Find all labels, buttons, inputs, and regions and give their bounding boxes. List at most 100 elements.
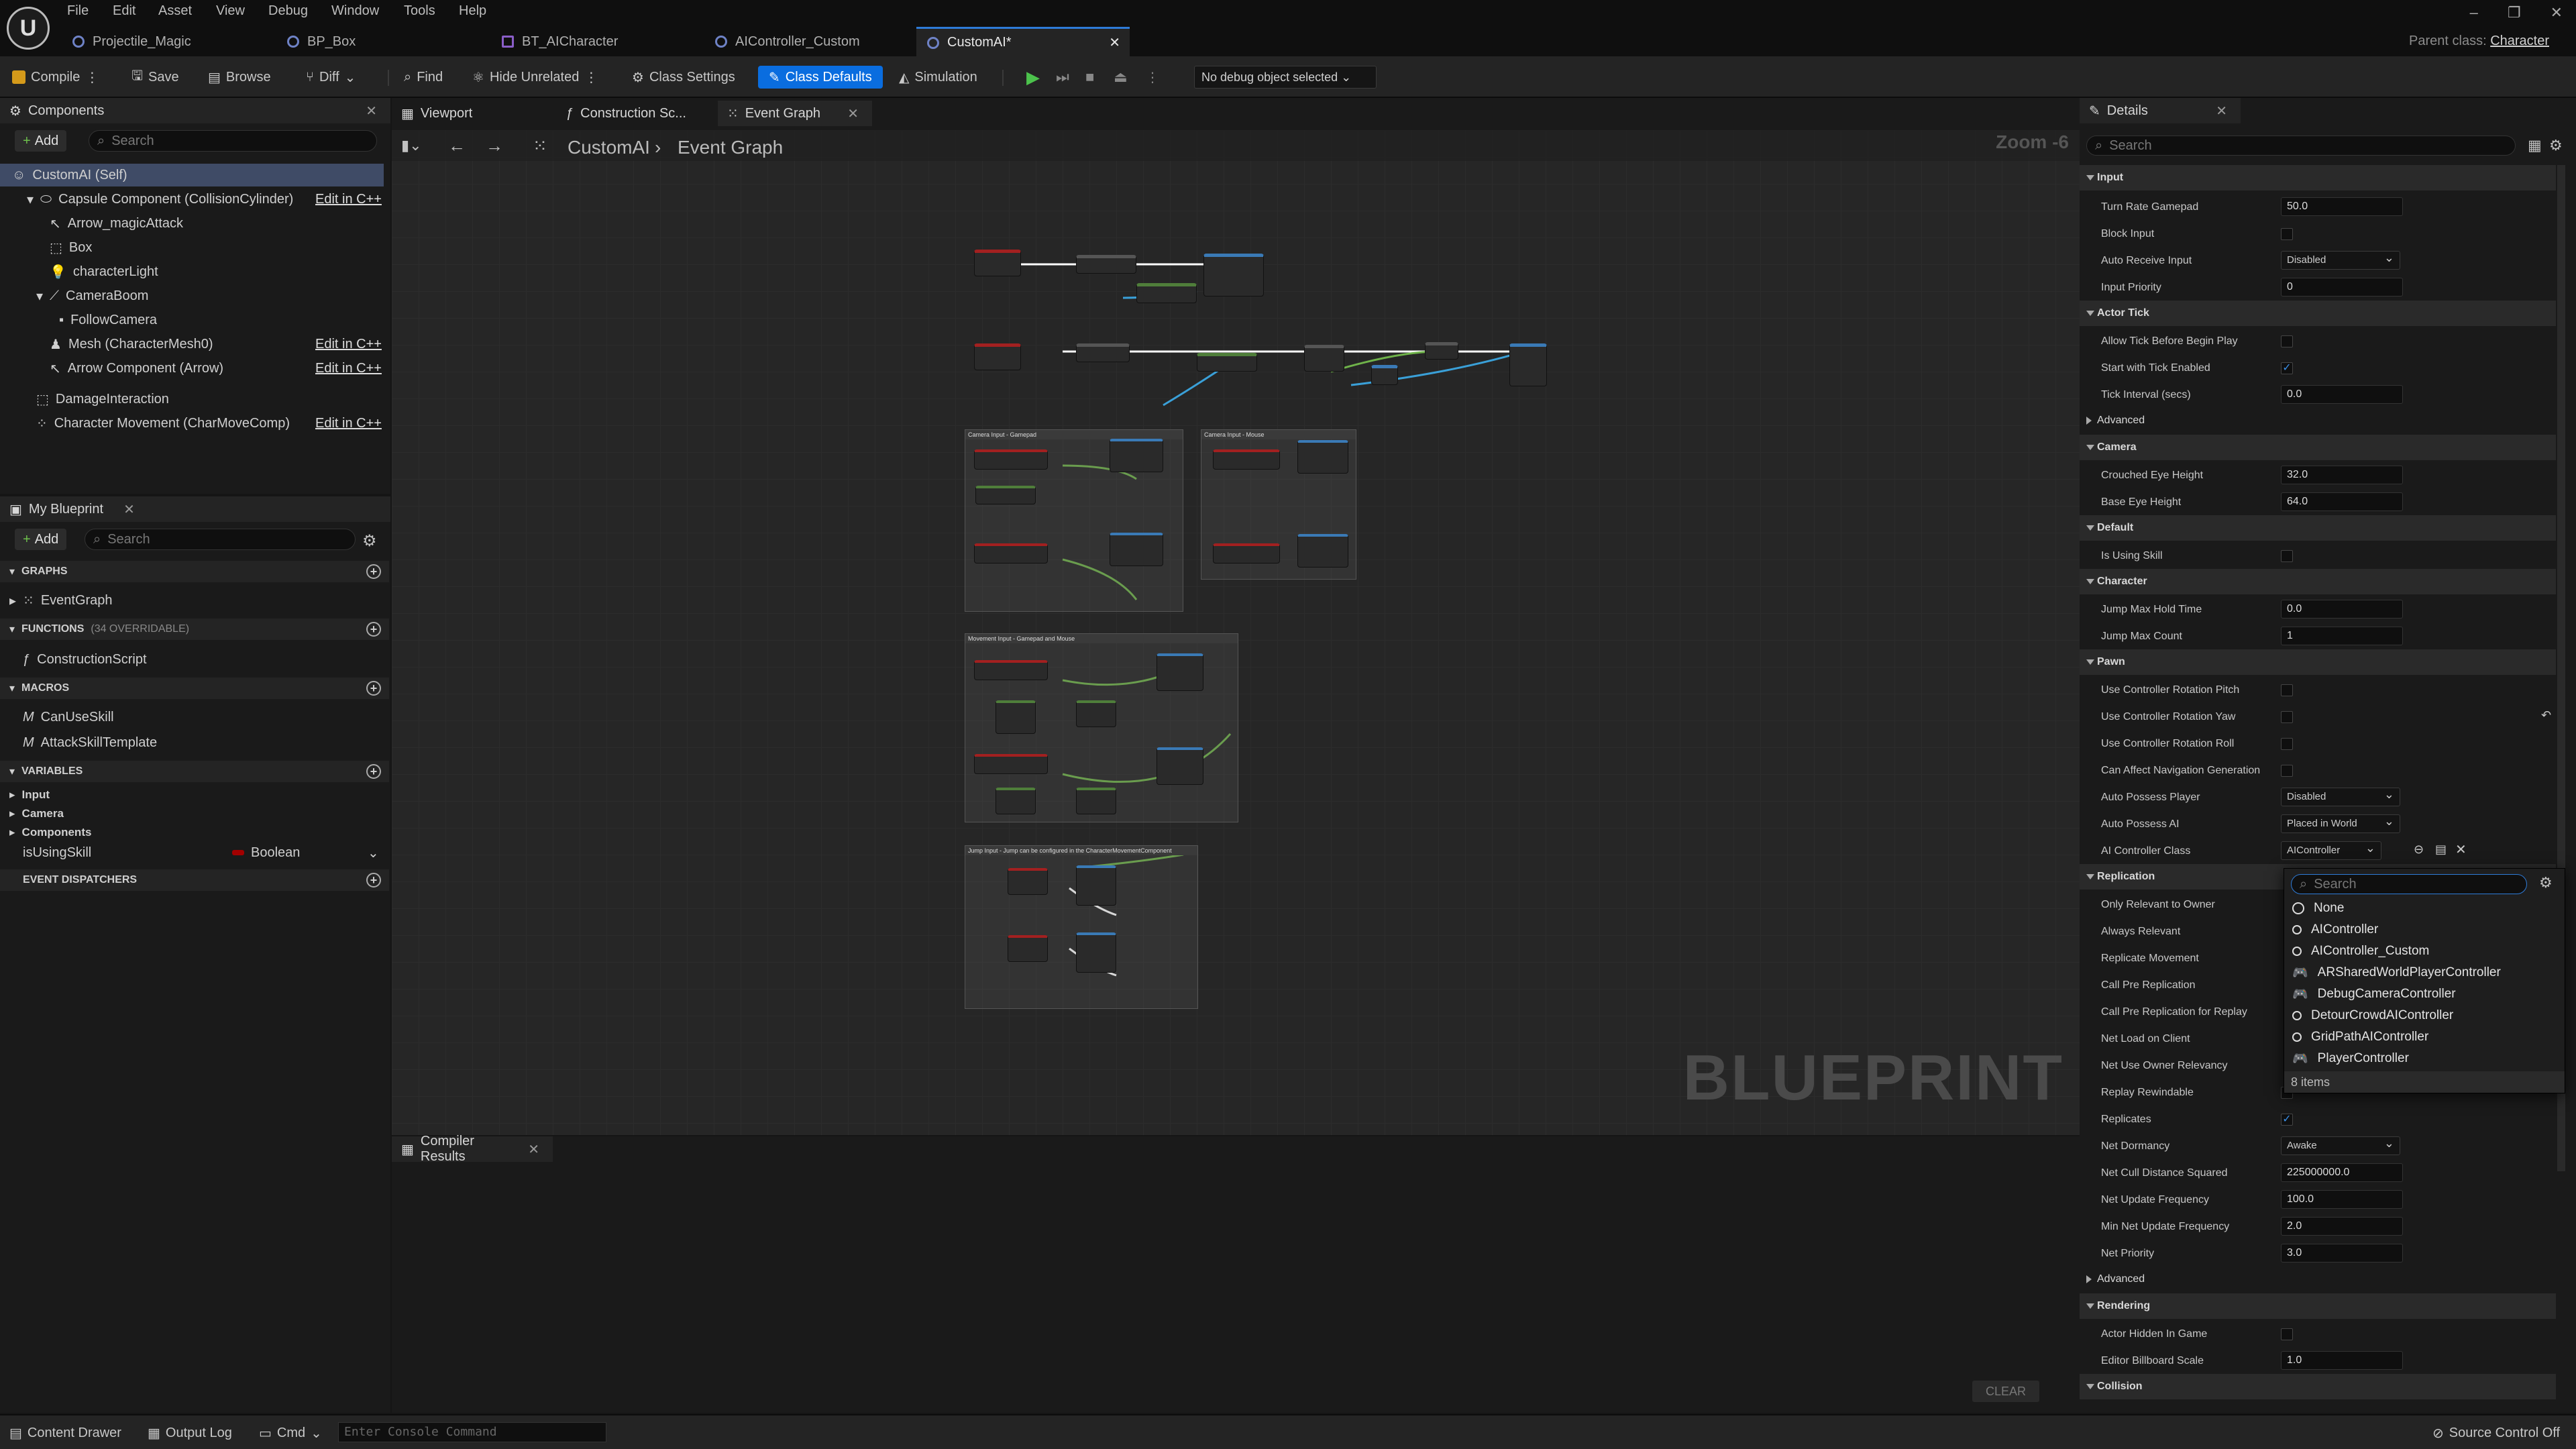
add-dispatcher-icon[interactable]: + (366, 873, 381, 888)
close-icon[interactable]: ✕ (366, 103, 377, 119)
viewport-tab[interactable]: ▦ Viewport (392, 101, 546, 126)
is-using-skill-checkbox[interactable] (2281, 550, 2293, 562)
section-character[interactable]: Character (2080, 569, 2556, 594)
find-button[interactable]: ⌕ Find (404, 66, 443, 89)
console-command-input[interactable]: Enter Console Command (338, 1422, 606, 1442)
cmd-select[interactable]: ▭ Cmd ⌄ (259, 1425, 322, 1442)
simulation-button[interactable]: ◭ Simulation (899, 66, 977, 89)
add-function-icon[interactable]: + (366, 622, 381, 637)
close-icon[interactable]: ✕ (847, 105, 859, 122)
math-node[interactable] (1136, 283, 1197, 303)
close-window-icon[interactable]: ✕ (2551, 4, 2563, 21)
allow-tick-checkbox[interactable] (2281, 335, 2293, 347)
macros-section[interactable]: ▾ MACROS + (0, 678, 389, 699)
input-axis-node[interactable] (1213, 543, 1280, 564)
crouched-eye-input[interactable]: 32.0 (2281, 466, 2403, 484)
base-eye-input[interactable]: 64.0 (2281, 492, 2403, 511)
my-blueprint-tab[interactable]: ▣ My Blueprint ✕ (0, 496, 390, 522)
close-icon[interactable]: ✕ (2216, 103, 2227, 119)
source-control-status[interactable]: ⊘ Source Control Off (2432, 1425, 2560, 1442)
auto-possess-ai-select[interactable]: Placed in World (2281, 812, 2400, 833)
construction-script-item[interactable]: ƒ ConstructionScript (23, 648, 147, 671)
kebab-icon[interactable]: ⋮ (584, 69, 598, 86)
event-node[interactable] (974, 343, 1021, 370)
math-node[interactable] (1076, 788, 1116, 814)
edit-in-cpp-link[interactable]: Edit in C++ (315, 416, 382, 431)
net-priority-input[interactable]: 3.0 (2281, 1244, 2403, 1263)
net-dormancy-select[interactable]: Awake (2281, 1134, 2400, 1155)
functions-section[interactable]: ▾ FUNCTIONS (34 OVERRIDABLE) + (0, 619, 389, 640)
section-rendering[interactable]: Rendering (2080, 1293, 2556, 1319)
components-search-input[interactable]: ⌕ Search (89, 130, 377, 152)
class-option-aicontroller[interactable]: AIController (2292, 920, 2378, 940)
net-cull-input[interactable]: 225000000.0 (2281, 1163, 2403, 1182)
class-picker-search-input[interactable]: ⌕ Search (2291, 874, 2527, 894)
step-icon[interactable]: ⏭ (1056, 66, 1069, 89)
add-graph-icon[interactable]: + (366, 564, 381, 579)
grid-view-icon[interactable]: ▦ (2528, 137, 2542, 154)
hide-unrelated-button[interactable]: ⚛ Hide Unrelated ⋮ (472, 66, 598, 89)
browse-folder-icon[interactable]: ▤ (2435, 843, 2447, 857)
menu-view[interactable]: View (216, 0, 245, 21)
tree-item-camera-boom[interactable]: ▾ ⟋ CameraBoom (36, 284, 148, 307)
function-node[interactable] (1304, 345, 1344, 372)
can-affect-nav-checkbox[interactable] (2281, 765, 2293, 777)
output-log-button[interactable]: ▦ Output Log (148, 1425, 232, 1442)
tree-item-follow-camera[interactable]: ▪ FollowCamera (59, 309, 157, 331)
chevron-down-icon[interactable]: ⌄ (368, 845, 379, 861)
input-axis-node[interactable] (974, 543, 1048, 564)
content-drawer-button[interactable]: ▤ Content Drawer (9, 1425, 121, 1442)
reset-arrow-icon[interactable]: ↶ (2541, 708, 2551, 722)
math-node[interactable] (975, 486, 1036, 504)
section-pawn[interactable]: Pawn (2080, 649, 2556, 675)
components-tab[interactable]: ⚙ Components ✕ (0, 98, 390, 123)
function-node[interactable] (1297, 440, 1348, 474)
variable-row[interactable]: isUsingSkill Boolean ⌄ (23, 841, 385, 864)
save-button[interactable]: 🖫 Save (131, 66, 179, 89)
jump-count-input[interactable]: 1 (2281, 627, 2403, 645)
function-node[interactable] (1371, 365, 1398, 385)
debug-object-select[interactable]: No debug object selected ⌄ (1194, 66, 1377, 89)
input-priority-input[interactable]: 0 (2281, 278, 2403, 297)
menu-file[interactable]: File (67, 0, 89, 21)
block-input-checkbox[interactable] (2281, 228, 2293, 240)
event-graph-canvas[interactable]: ▮⌄ ← → ⁙ CustomAI › Event Graph Zoom -6 (392, 130, 2080, 1135)
variables-section[interactable]: ▾ VARIABLES + (0, 761, 389, 782)
tree-item-capsule[interactable]: ▾ ⬭ Capsule Component (CollisionCylinder) (27, 188, 293, 211)
tree-item-arrow-component[interactable]: ↖ Arrow Component (Arrow) (50, 357, 223, 380)
function-node[interactable] (1110, 439, 1163, 472)
maximize-icon[interactable]: ❐ (2508, 4, 2521, 21)
math-node[interactable] (1076, 700, 1116, 727)
close-icon[interactable]: ✕ (123, 501, 135, 518)
input-action-node[interactable] (1008, 868, 1048, 895)
min-net-update-input[interactable]: 2.0 (2281, 1217, 2403, 1236)
function-node[interactable] (1076, 343, 1130, 362)
actor-hidden-checkbox[interactable] (2281, 1328, 2293, 1340)
eject-icon[interactable]: ⏏ (1114, 66, 1128, 89)
tree-item-character-movement[interactable]: ⁘ Character Movement (CharMoveComp) (36, 412, 290, 435)
settings-gear-icon[interactable]: ⚙ (362, 531, 377, 551)
event-graph-item[interactable]: ▸ ⁙ EventGraph (9, 589, 113, 612)
tree-item-mesh[interactable]: ♟ Mesh (CharacterMesh0) (50, 333, 213, 356)
construction-script-tab[interactable]: ƒ Construction Sc... (557, 101, 711, 126)
tree-item-character-light[interactable]: 💡 characterLight (50, 260, 158, 283)
function-node[interactable] (1157, 747, 1203, 785)
class-option-debugcamera[interactable]: 🎮 DebugCameraController (2292, 984, 2456, 1004)
auto-possess-player-select[interactable]: Disabled (2281, 786, 2400, 806)
details-search-input[interactable]: ⌕ Search (2086, 136, 2516, 156)
doc-tab-bp-box[interactable]: BP_Box (287, 27, 482, 56)
event-dispatchers-section[interactable]: EVENT DISPATCHERS + (0, 869, 389, 891)
clear-icon[interactable]: ✕ (2455, 841, 2467, 858)
class-option-detourcrowd[interactable]: DetourCrowdAIController (2292, 1006, 2453, 1026)
function-node[interactable] (1297, 534, 1348, 568)
section-default[interactable]: Default (2080, 515, 2556, 541)
var-group-components[interactable]: ▸ Components (9, 821, 91, 844)
ucr-yaw-checkbox[interactable] (2281, 711, 2293, 723)
kebab-icon[interactable]: ⋮ (1146, 66, 1159, 89)
auto-receive-select[interactable]: Disabled (2281, 249, 2400, 270)
section-actor-tick[interactable]: Actor Tick (2080, 301, 2556, 326)
macro-item[interactable]: M CanUseSkill (23, 706, 114, 729)
class-option-arshared[interactable]: 🎮 ARSharedWorldPlayerController (2292, 963, 2501, 983)
class-option-none[interactable]: None (2292, 898, 2344, 918)
menu-asset[interactable]: Asset (158, 0, 192, 21)
